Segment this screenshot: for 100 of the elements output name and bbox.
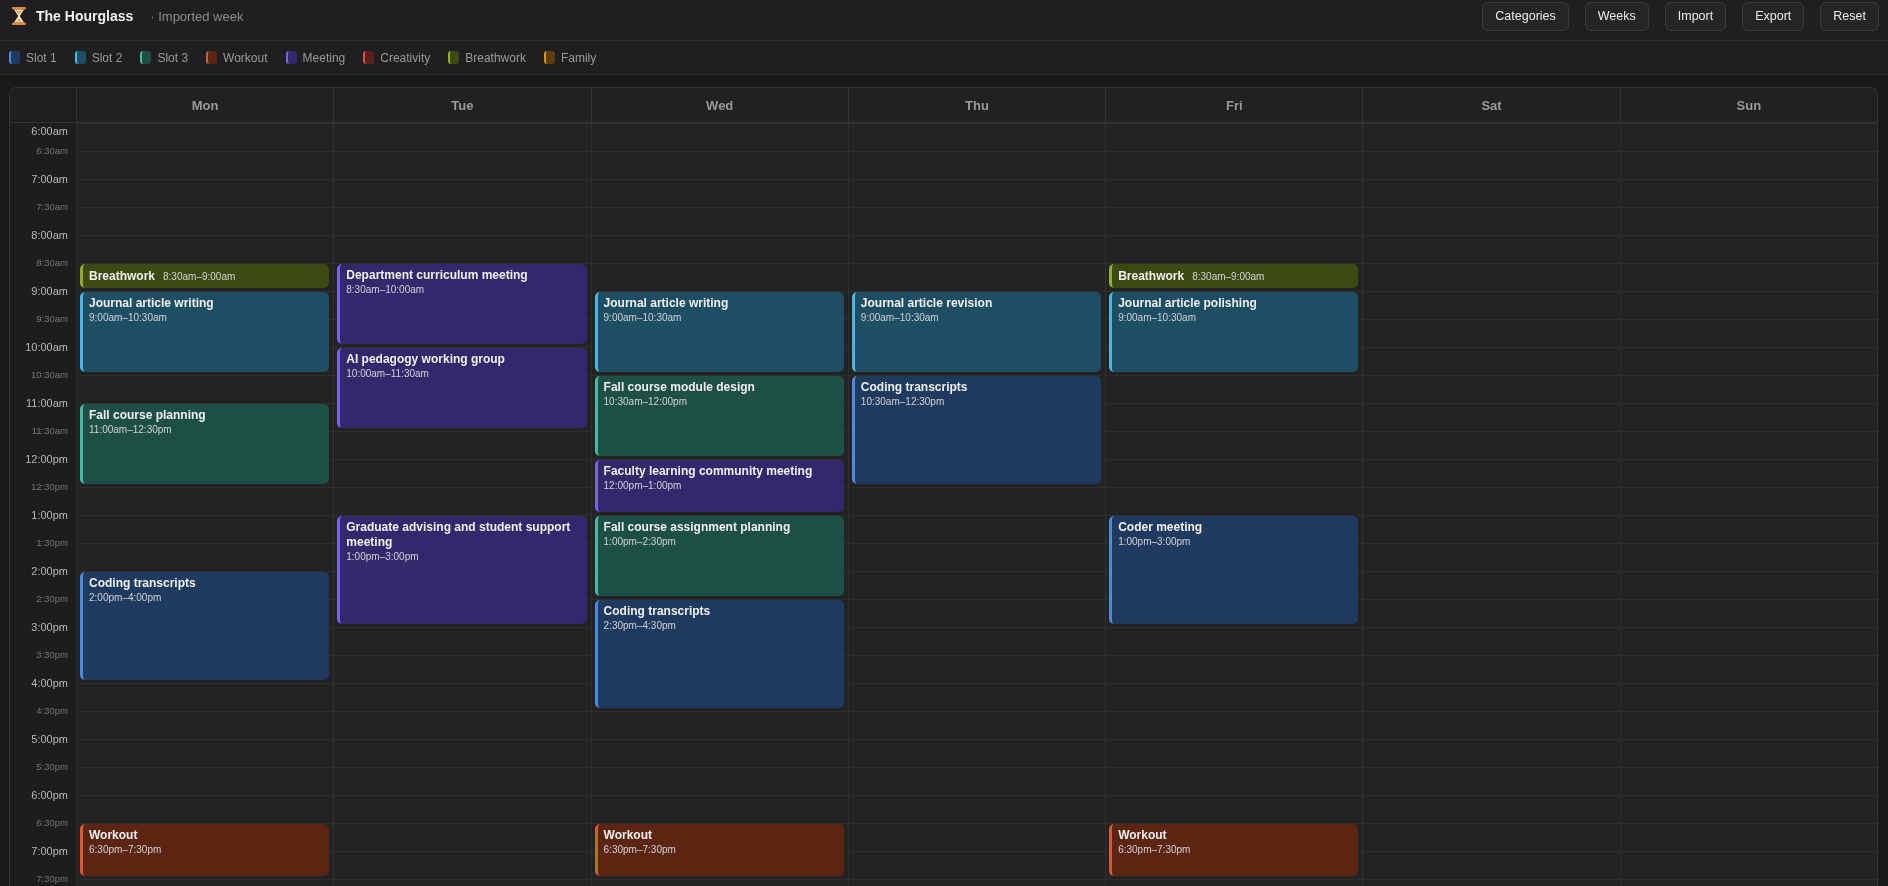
- event-block[interactable]: Journal article polishing 9:00am–10:30am: [1109, 292, 1359, 372]
- time-label: 5:30pm: [36, 761, 68, 773]
- event-block[interactable]: Department curriculum meeting 8:30am–10:00am: [337, 264, 587, 344]
- event-title: Coding transcripts: [860, 380, 968, 395]
- day-header: Sat: [1481, 97, 1502, 113]
- time-label: 1:00pm: [31, 509, 68, 521]
- event-time: 1:00pm–2:30pm: [603, 535, 676, 548]
- event-block[interactable]: Coding transcripts 10:30am–12:30pm: [851, 376, 1102, 484]
- hourglass-icon: [12, 7, 26, 25]
- event-title: Department curriculum meeting: [346, 268, 528, 283]
- header-button[interactable]: Reset: [1820, 1, 1879, 31]
- event-title: Workout: [1118, 828, 1167, 843]
- time-label: 3:00pm: [31, 621, 68, 633]
- time-label: 9:00am: [31, 285, 68, 297]
- event-title: Journal article writing: [603, 296, 729, 311]
- app-subtitle: · Imported week: [150, 8, 244, 24]
- event-title: Breathwork: [1118, 268, 1185, 284]
- legend-label: Workout: [223, 50, 268, 65]
- event-block[interactable]: Workout 6:30pm–7:30pm: [80, 824, 330, 876]
- header-button[interactable]: Weeks: [1584, 1, 1649, 31]
- header-button[interactable]: Import: [1664, 1, 1727, 31]
- event-title: AI pedagogy working group: [346, 352, 505, 367]
- event-title: Faculty learning community meeting: [603, 464, 813, 479]
- event-time: 1:00pm–3:00pm: [346, 550, 419, 563]
- event-time: 2:00pm–4:00pm: [89, 591, 162, 604]
- day-header: Fri: [1225, 97, 1243, 113]
- time-label: 5:00pm: [31, 733, 68, 745]
- time-label: 4:30pm: [36, 705, 68, 717]
- event-block[interactable]: Breathwork 8:30am–9:00am: [80, 264, 330, 288]
- day-header: Tue: [451, 97, 474, 113]
- time-label: 3:30pm: [36, 649, 68, 661]
- event-block[interactable]: Coder meeting 1:00pm–3:00pm: [1109, 516, 1359, 624]
- event-time: 10:30am–12:00pm: [603, 395, 687, 408]
- event-block[interactable]: Workout 6:30pm–7:30pm: [1109, 824, 1359, 876]
- header-button[interactable]: Categories: [1482, 1, 1569, 31]
- event-title: Breathwork: [89, 268, 156, 284]
- event-block[interactable]: Journal article revision 9:00am–10:30am: [851, 292, 1102, 372]
- time-label: 7:00pm: [31, 845, 68, 857]
- day-header: Thu: [965, 97, 989, 113]
- time-label: 6:30am: [36, 145, 68, 157]
- event-title: Journal article revision: [860, 296, 993, 311]
- event-title: Journal article writing: [89, 296, 214, 311]
- event-block[interactable]: Coding transcripts 2:30pm–4:30pm: [594, 600, 844, 708]
- event-time: 10:30am–12:30pm: [860, 395, 945, 408]
- time-label: 9:30am: [36, 313, 68, 325]
- legend-label: Slot 3: [157, 50, 189, 65]
- event-time: 6:30pm–7:30pm: [603, 843, 676, 856]
- time-label: 6:00pm: [31, 789, 68, 801]
- time-label: 2:30pm: [36, 593, 68, 605]
- event-time: 6:30pm–7:30pm: [1118, 843, 1191, 856]
- event-block[interactable]: Fall course planning 11:00am–12:30pm: [80, 404, 330, 484]
- legend-label: Slot 2: [91, 50, 123, 65]
- time-label: 1:30pm: [36, 537, 68, 549]
- event-time: 2:30pm–4:30pm: [603, 619, 676, 632]
- event-block[interactable]: Graduate advising and student support meeting 1:00pm–3:00pm: [337, 516, 587, 624]
- time-label: 8:00am: [31, 229, 68, 241]
- time-label: 12:00pm: [25, 453, 68, 465]
- event-title: Fall course planning: [89, 408, 206, 423]
- time-label: 6:00am: [31, 125, 68, 137]
- event-title: Coder meeting: [1118, 520, 1203, 535]
- day-header: Mon: [191, 97, 219, 113]
- event-title: Fall course module design: [603, 380, 755, 395]
- event-title: Coding transcripts: [603, 604, 711, 619]
- time-label: 8:30am: [36, 257, 68, 269]
- event-block[interactable]: Workout 6:30pm–7:30pm: [594, 824, 844, 876]
- event-block[interactable]: Breathwork 8:30am–9:00am: [1109, 264, 1359, 288]
- legend-label: Breathwork: [465, 50, 526, 65]
- event-block[interactable]: Faculty learning community meeting 12:00pm–1:00pm: [594, 460, 844, 512]
- event-time: 9:00am–10:30am: [603, 311, 682, 324]
- event-time: 8:30am–9:00am: [1192, 269, 1265, 283]
- time-label: 4:00pm: [31, 677, 68, 689]
- legend-label: Slot 1: [26, 50, 57, 65]
- time-label: 6:30pm: [36, 817, 68, 829]
- event-time: 8:30am–10:00am: [346, 283, 425, 296]
- event-title: Workout: [603, 828, 652, 843]
- event-block[interactable]: Fall course assignment planning 1:00pm–2:30pm: [594, 516, 844, 596]
- event-time: 12:00pm–1:00pm: [603, 479, 682, 492]
- event-block[interactable]: Journal article writing 9:00am–10:30am: [594, 292, 844, 372]
- time-label: 12:30pm: [31, 481, 68, 493]
- legend-label: Family: [560, 50, 597, 65]
- day-header: Wed: [706, 97, 734, 113]
- time-label: 11:30am: [31, 425, 68, 437]
- time-label: 11:00am: [26, 397, 68, 409]
- day-header: Sun: [1736, 97, 1762, 113]
- legend-label: Creativity: [380, 50, 431, 65]
- event-title: Coding transcripts: [89, 576, 196, 591]
- time-label: 7:30pm: [36, 873, 68, 885]
- event-time: 1:00pm–3:00pm: [1118, 535, 1191, 548]
- time-label: 10:30am: [31, 369, 68, 381]
- time-label: 10:00am: [25, 341, 68, 353]
- event-block[interactable]: Journal article writing 9:00am–10:30am: [80, 292, 330, 372]
- time-label: 2:00pm: [31, 565, 68, 577]
- event-time: 11:00am–12:30pm: [89, 423, 172, 436]
- event-time: 8:30am–9:00am: [163, 269, 236, 283]
- event-block[interactable]: Fall course module design 10:30am–12:00pm: [594, 376, 844, 456]
- event-block[interactable]: Coding transcripts 2:00pm–4:00pm: [80, 572, 330, 680]
- event-title: Graduate advising and student support meeting: [346, 520, 572, 550]
- event-time: 9:00am–10:30am: [1118, 311, 1196, 324]
- event-block[interactable]: AI pedagogy working group 10:00am–11:30am: [337, 348, 587, 428]
- header-button[interactable]: Export: [1742, 1, 1805, 31]
